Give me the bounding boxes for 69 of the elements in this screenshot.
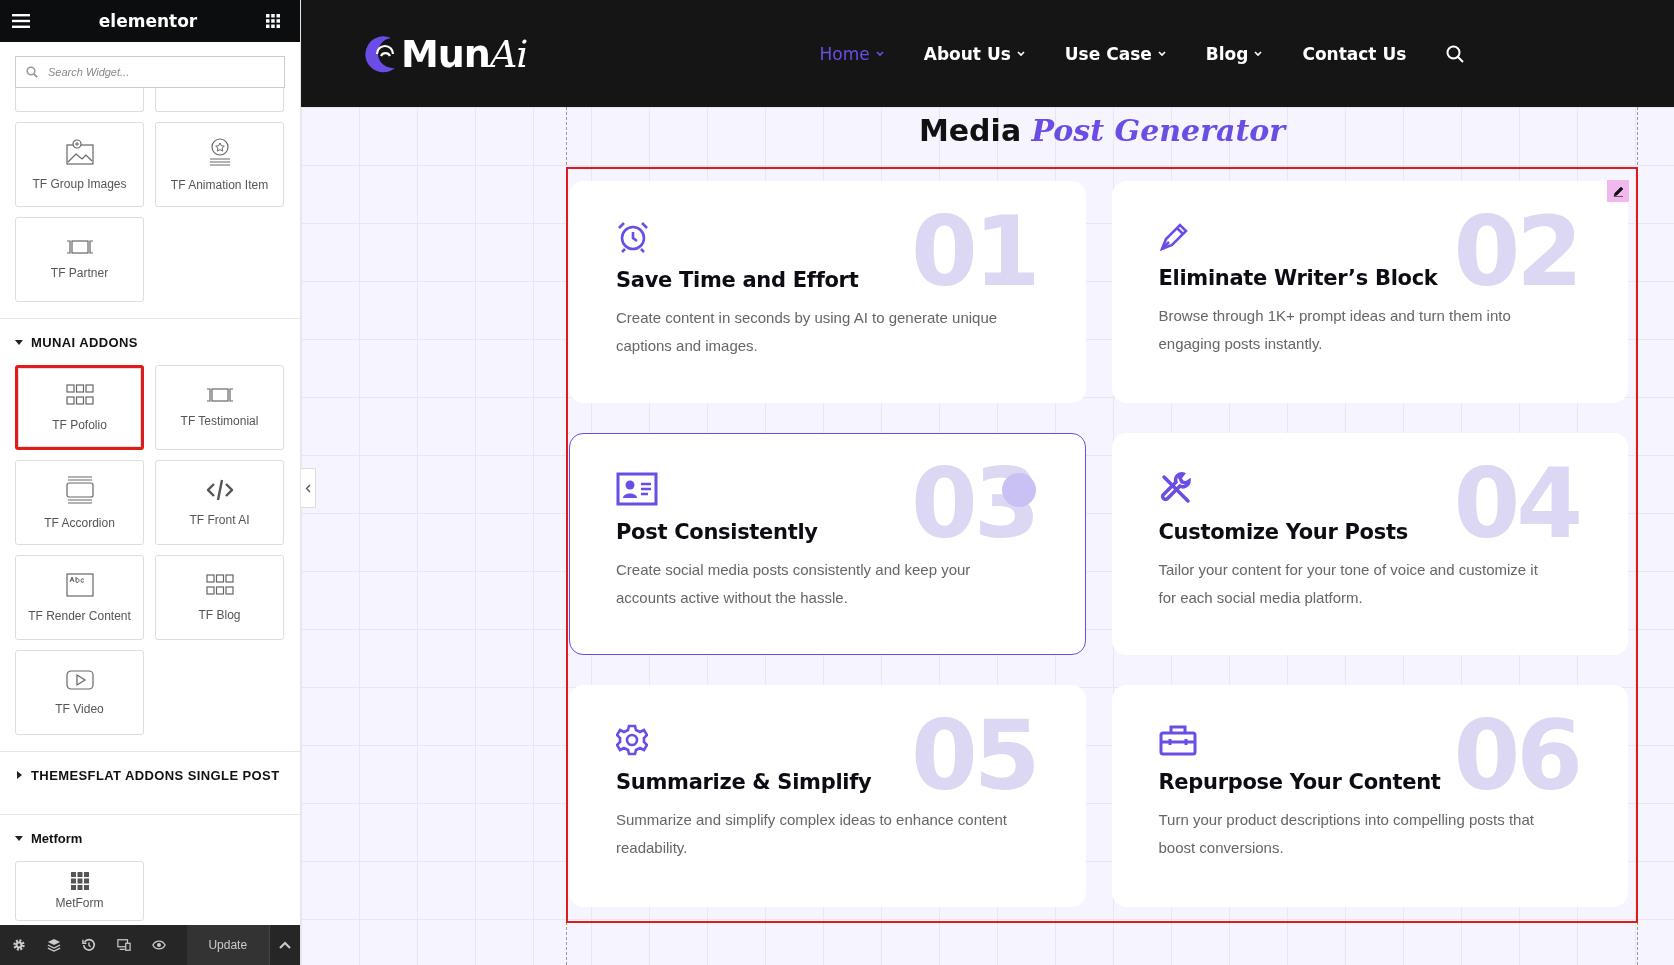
caret-icon xyxy=(15,338,23,346)
responsive-icon[interactable] xyxy=(116,938,131,952)
feature-description: Tailor your content for your tone of voice and customize it for each social media platform. xyxy=(1158,560,1539,608)
chevron-left-icon xyxy=(305,483,311,493)
caret-icon xyxy=(15,834,23,842)
section-heading: Media Post Generator xyxy=(918,113,1286,149)
menu-icon[interactable] xyxy=(12,14,30,28)
chevron-down-icon xyxy=(875,50,884,57)
nav-link[interactable]: Use Case xyxy=(1064,43,1166,64)
video-icon xyxy=(65,669,94,690)
site-logo[interactable]: MunAi xyxy=(361,31,528,76)
layers-icon[interactable] xyxy=(46,937,61,953)
widget-card[interactable]: TF Partner xyxy=(15,217,144,302)
widget-card[interactable]: TF Animation Item xyxy=(155,122,284,207)
settings-icon[interactable] xyxy=(12,937,26,953)
nav-link[interactable]: Blog xyxy=(1205,43,1263,64)
widget-card[interactable]: TF Pofolio xyxy=(15,365,144,450)
image-icon xyxy=(65,138,94,165)
chevron-down-icon xyxy=(1016,50,1025,57)
grid-icon xyxy=(205,573,234,596)
id-card-icon xyxy=(616,472,658,506)
widget-card[interactable]: TF Render Content xyxy=(15,555,144,640)
feature-title: Save Time and Effort xyxy=(616,268,860,292)
nav-link[interactable]: Contact Us xyxy=(1302,43,1407,64)
alarm-clock-icon xyxy=(616,220,650,254)
search-field[interactable]: Search Widget... xyxy=(15,56,285,88)
feature-title: Post Consistently xyxy=(616,520,819,544)
nav-link[interactable]: About Us xyxy=(923,43,1025,64)
widget-card[interactable]: TF Front AI xyxy=(155,460,284,545)
gear-icon xyxy=(616,724,648,756)
accordion-icon xyxy=(65,475,94,504)
feature-description: Turn your product descriptions into compelling posts that boost conversions. xyxy=(1158,810,1535,858)
edit-section-button[interactable] xyxy=(1607,180,1629,202)
carousel-icon xyxy=(205,387,234,402)
widget-card[interactable]: TF Video xyxy=(15,650,144,735)
form-grid-icon xyxy=(70,872,89,890)
pencil-icon xyxy=(1612,185,1624,197)
feature-title: Summarize & Simplify xyxy=(616,770,873,794)
feature-description: Browse through 1K+ prompt ideas and turn them into engaging posts instantly. xyxy=(1158,306,1512,354)
editor-logo: elementor xyxy=(98,11,198,31)
feature-title: Repurpose Your Content xyxy=(1158,770,1442,794)
feature-description: Summarize and simplify complex ideas to enhance content readability. xyxy=(616,810,1009,858)
widget-card[interactable]: TF Blog xyxy=(155,555,284,640)
search-icon[interactable] xyxy=(1446,44,1465,63)
eye-icon[interactable] xyxy=(151,939,166,951)
feature-title: Customize Your Posts xyxy=(1158,520,1409,544)
update-button[interactable]: Update xyxy=(186,925,269,965)
caret-icon xyxy=(15,771,23,779)
grid-icon xyxy=(65,383,94,406)
history-icon[interactable] xyxy=(81,937,96,953)
feature-description: Create social media posts consistently and keep your accounts active without the hassle. xyxy=(616,560,972,608)
carousel-icon xyxy=(65,239,94,254)
apps-grid-icon[interactable] xyxy=(266,14,280,28)
chevron-down-icon xyxy=(1254,50,1263,57)
badge-icon xyxy=(207,137,232,166)
tools-icon xyxy=(1158,472,1193,506)
feature-title: Eliminate Writer’s Block xyxy=(1158,266,1439,290)
chevron-up-icon xyxy=(278,941,291,949)
search-icon xyxy=(26,66,38,78)
widget-card[interactable]: TF Testimonial xyxy=(155,365,284,450)
widget-card[interactable]: TF Accordion xyxy=(15,460,144,545)
widget-card[interactable]: MetForm xyxy=(15,861,144,921)
chevron-down-icon xyxy=(1157,50,1166,57)
toolbox-icon xyxy=(1158,724,1197,756)
text-box-icon xyxy=(65,572,94,597)
widget-card[interactable]: TF Group Images xyxy=(15,122,144,207)
feature-description: Create content in seconds by using AI to generate unique captions and images. xyxy=(616,308,999,356)
code-icon xyxy=(206,478,233,501)
category-header[interactable]: THEMESFLAT ADDONS SINGLE POST xyxy=(0,751,300,798)
